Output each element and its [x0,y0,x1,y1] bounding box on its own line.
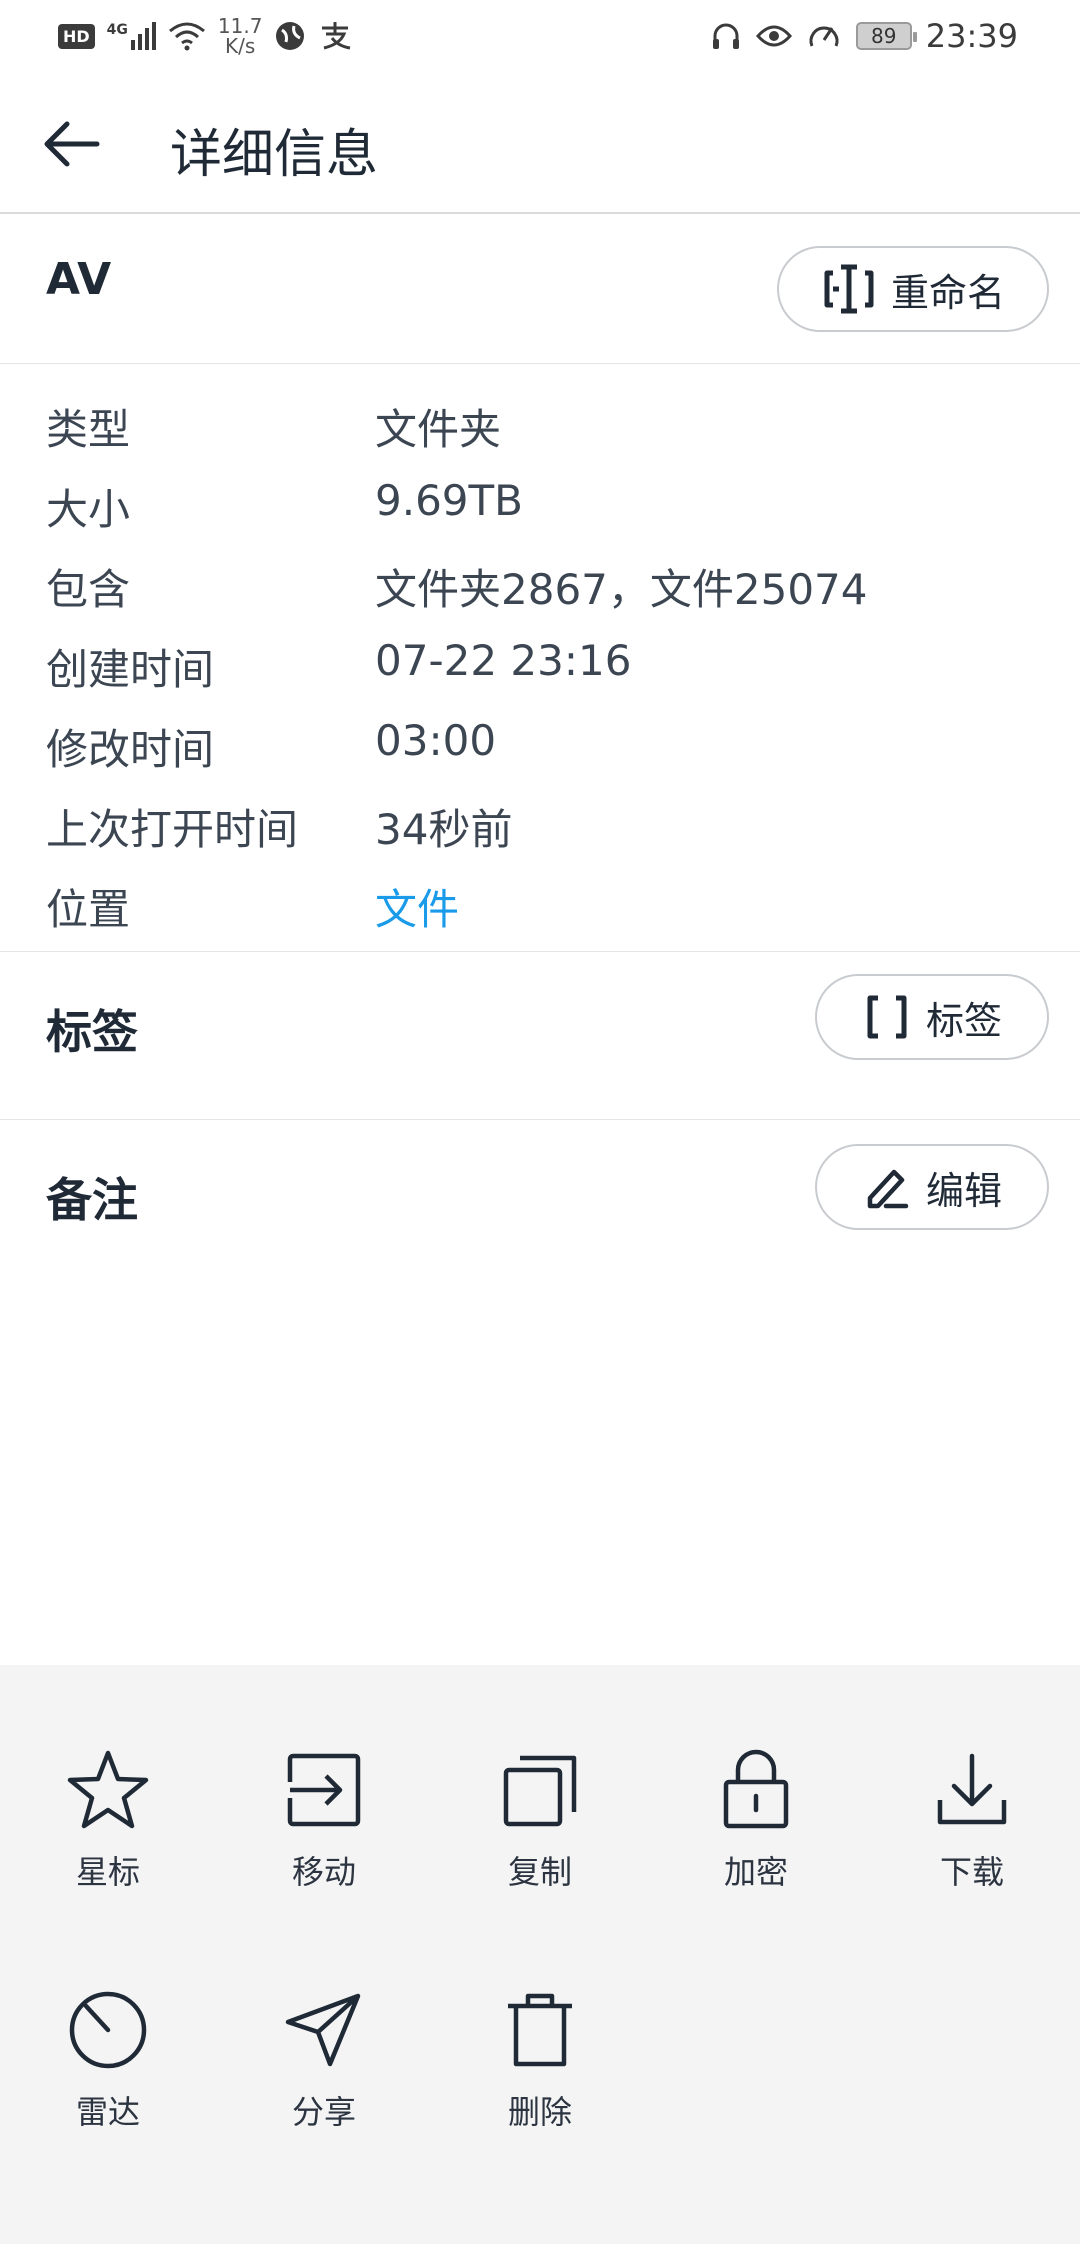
wifi-icon [168,22,205,51]
info-list: 类型 文件夹 大小 9.69TB 包含 文件夹2867，文件25074 创建时间… [0,364,1080,952]
lock-icon [723,1749,789,1829]
status-bar: HD 4G 11.7 K/s 89 23:39 [0,0,1080,72]
rename-icon [824,264,874,314]
status-right: 89 23:39 [710,14,1018,58]
move-action[interactable]: 移动 [244,1745,404,1905]
star-action[interactable]: 星标 [28,1745,188,1905]
trash-icon [508,1993,572,2067]
arrow-left-icon [44,121,100,167]
hd-badge: HD [58,23,95,49]
info-value: 文件夹 [375,405,502,454]
action-label: 加密 [723,1853,788,1891]
info-row-location: 位置 文件 [0,858,1080,938]
browser-icon [276,22,305,50]
info-row-created: 创建时间 07-22 23:16 [0,618,1080,698]
share-action[interactable]: 分享 [244,1985,404,2145]
action-label: 下载 [939,1853,1004,1891]
notes-title: 备注 [46,1173,138,1227]
action-label: 分享 [291,2093,356,2131]
info-label: 包含 [46,565,131,614]
app-header: 详细信息 [0,72,1080,214]
item-name-row: AV 重命名 [0,216,1080,364]
brackets-icon [867,995,907,1039]
info-label: 修改时间 [46,725,215,774]
action-label: 复制 [507,1853,572,1891]
info-value: 03:00 [375,716,497,765]
move-icon [286,1753,361,1827]
edit-button-label: 编辑 [925,1168,1002,1213]
delete-action[interactable]: 删除 [460,1985,620,2145]
info-value: 07-22 23:16 [375,636,632,685]
copy-icon [503,1755,577,1827]
info-label: 大小 [46,485,131,534]
radar-icon [69,1991,147,2069]
info-row-type: 类型 文件夹 [0,378,1080,458]
action-panel: 星标 移动 复制 加密 下载 雷达 分享 删除 [0,1665,1080,2244]
download-action[interactable]: 下载 [892,1745,1052,1905]
edit-notes-button[interactable]: 编辑 [815,1144,1049,1230]
back-button[interactable] [36,114,106,174]
info-value: 34秒前 [375,805,513,854]
info-value: 文件夹2867，文件25074 [375,565,868,614]
info-label: 上次打开时间 [46,805,299,854]
notes-section: 备注 编辑 [0,1120,1080,1665]
page-title: 详细信息 [170,125,379,185]
action-label: 移动 [291,1853,356,1891]
info-row-last-opened: 上次打开时间 34秒前 [0,778,1080,858]
copy-action[interactable]: 复制 [460,1745,620,1905]
network-label: 4G [106,22,128,38]
clock: 23:39 [925,17,1018,55]
eye-icon [755,25,792,47]
radar-action[interactable]: 雷达 [28,1985,188,2145]
rename-button-label: 重命名 [890,270,1005,315]
info-label: 类型 [46,405,131,454]
tags-button-label: 标签 [925,998,1002,1043]
info-row-size: 大小 9.69TB [0,458,1080,538]
location-link[interactable]: 文件 [375,876,459,937]
info-row-contains: 包含 文件夹2867，文件25074 [0,538,1080,618]
info-label: 位置 [46,885,131,934]
tags-section: 标签 标签 [0,952,1080,1120]
action-label: 删除 [507,2093,572,2131]
speedometer-icon [809,26,839,47]
info-row-modified: 修改时间 03:00 [0,698,1080,778]
share-icon [285,1993,361,2067]
pencil-icon [867,1169,909,1209]
encrypt-action[interactable]: 加密 [676,1745,836,1905]
info-label: 创建时间 [46,645,215,694]
info-value: 9.69TB [375,476,523,525]
item-name: AV [46,254,112,305]
action-label: 雷达 [75,2093,140,2131]
status-left: HD 4G 11.7 K/s [58,14,352,58]
battery-indicator: 89 [855,22,917,50]
alipay-icon [322,22,351,50]
signal-icon: 4G [107,22,156,50]
rename-button[interactable]: 重命名 [777,246,1049,332]
headphones-icon [712,23,739,49]
tags-title: 标签 [46,1005,138,1059]
action-label: 星标 [75,1853,140,1891]
download-icon [937,1753,1007,1825]
network-speed: 11.7 K/s [217,14,263,58]
star-icon [67,1750,149,1829]
tags-button[interactable]: 标签 [815,974,1049,1060]
